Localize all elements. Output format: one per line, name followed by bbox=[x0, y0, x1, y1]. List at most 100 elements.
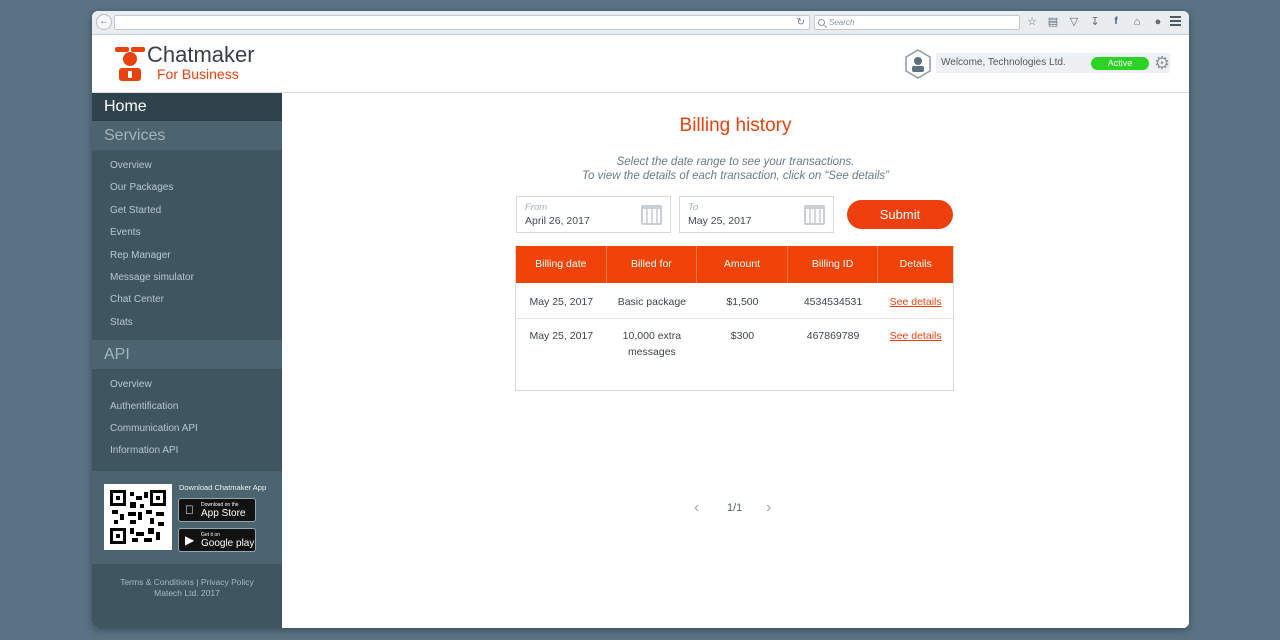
chevron-right-icon[interactable]: › bbox=[766, 498, 771, 518]
browser-search-input[interactable]: Search bbox=[814, 15, 1020, 30]
home-icon[interactable]: ⌂ bbox=[1131, 15, 1143, 29]
page-indicator: 1/1 bbox=[727, 502, 743, 514]
bookmark-star-icon[interactable]: ☆ bbox=[1026, 15, 1038, 29]
chevron-left-icon[interactable]: ‹ bbox=[694, 498, 699, 518]
browser-toolbar: ← ↻ Search ☆ ▤ ▽ ↧ f ⌂ ● bbox=[92, 11, 1189, 35]
facebook-icon[interactable]: f bbox=[1110, 15, 1122, 29]
footer-separator: | bbox=[196, 577, 199, 587]
from-date-value: April 26, 2017 bbox=[525, 215, 590, 227]
column-header-billed-for: Billed for bbox=[607, 246, 698, 283]
cell-details: See details bbox=[878, 283, 953, 318]
apple-icon:  bbox=[185, 503, 194, 517]
gear-icon[interactable]: ⚙ bbox=[1154, 54, 1170, 72]
instruction-line-1: Select the date range to see your transa… bbox=[616, 156, 855, 168]
chatmaker-logo-icon bbox=[115, 47, 145, 81]
cell-billing-date: May 25, 2017 bbox=[529, 330, 594, 342]
services-list: Overview Our Packages Get Started Events… bbox=[92, 150, 282, 340]
from-date-label: From bbox=[525, 202, 548, 213]
sidebar-item-communication-api[interactable]: Communication API bbox=[92, 418, 282, 440]
main-content: Billing history Select the date range to… bbox=[282, 93, 1189, 628]
google-play-icon: ▶ bbox=[185, 533, 195, 547]
submit-button[interactable]: Submit bbox=[847, 200, 953, 229]
status-badge: Active bbox=[1091, 57, 1149, 70]
sidebar-item-get-started[interactable]: Get Started bbox=[92, 200, 282, 222]
browser-tool-icons: ☆ ▤ ▽ ↧ f ⌂ ● bbox=[1026, 15, 1164, 29]
to-date-value: May 25, 2017 bbox=[688, 215, 752, 227]
address-bar[interactable]: ↻ bbox=[114, 15, 810, 30]
sidebar-item-our-packages[interactable]: Our Packages bbox=[92, 177, 282, 199]
user-box: Welcome, Technologies Ltd. Active ⚙ bbox=[904, 49, 1170, 79]
search-icon bbox=[818, 19, 825, 26]
app-store-button[interactable]:  Download on the App Store bbox=[178, 498, 256, 522]
sidebar-item-overview[interactable]: Overview bbox=[92, 155, 282, 177]
hamburger-menu-icon[interactable] bbox=[1170, 16, 1181, 28]
google-play-label: Google play bbox=[201, 538, 255, 549]
app-store-label: App Store bbox=[201, 508, 246, 519]
reading-list-icon[interactable]: ▤ bbox=[1047, 15, 1059, 29]
cell-amount: $300 bbox=[730, 330, 755, 342]
cell-details: See details bbox=[878, 319, 953, 365]
column-header-billing-id: Billing ID bbox=[788, 246, 879, 283]
sidebar-item-information-api[interactable]: Information API bbox=[92, 440, 282, 462]
column-header-billing-date: Billing date bbox=[516, 246, 607, 283]
sidebar-item-stats[interactable]: Stats bbox=[92, 312, 282, 334]
cell-billed-for: 10,000 extra messages bbox=[622, 330, 682, 358]
from-date-field[interactable]: From April 26, 2017 bbox=[516, 196, 671, 233]
browser-window: ← ↻ Search ☆ ▤ ▽ ↧ f ⌂ ● Chatmaker For B… bbox=[92, 11, 1189, 628]
to-date-label: To bbox=[688, 202, 699, 213]
sidebar-section-services[interactable]: Services bbox=[92, 121, 282, 150]
download-title: Download Chatmaker App bbox=[179, 483, 267, 492]
download-app-box: Download Chatmaker App  Download on the… bbox=[92, 471, 282, 564]
sidebar-item-chat-center[interactable]: Chat Center bbox=[92, 289, 282, 311]
cell-billing-date: May 25, 2017 bbox=[529, 296, 594, 308]
table-header: Billing date Billed for Amount Billing I… bbox=[516, 246, 953, 283]
cell-billed-for: Basic package bbox=[617, 296, 687, 308]
user-status-bar: Welcome, Technologies Ltd. Active ⚙ bbox=[936, 53, 1170, 73]
cell-billing-id: 467869789 bbox=[806, 330, 860, 342]
cell-billing-id: 4534534531 bbox=[803, 296, 863, 308]
column-header-details: Details bbox=[899, 258, 932, 270]
pocket-icon[interactable]: ▽ bbox=[1068, 15, 1080, 29]
copyright-text: Matech Ltd. 2017 bbox=[154, 588, 220, 598]
sidebar-item-events[interactable]: Events bbox=[92, 222, 282, 244]
sidebar-item-authentification[interactable]: Authentification bbox=[92, 396, 282, 418]
instructions: Select the date range to see your transa… bbox=[282, 155, 1189, 183]
sidebar-section-api[interactable]: API bbox=[92, 340, 282, 370]
search-placeholder: Search bbox=[829, 18, 855, 27]
qr-code bbox=[104, 484, 172, 550]
see-details-link[interactable]: See details bbox=[890, 296, 942, 308]
page-title: Billing history bbox=[679, 115, 792, 136]
back-icon[interactable]: ← bbox=[96, 14, 112, 30]
table-row: May 25, 2017 10,000 extra messages $300 … bbox=[516, 319, 953, 365]
terms-link[interactable]: Terms & Conditions bbox=[120, 577, 194, 587]
qr-code-image bbox=[110, 490, 166, 544]
table-row: May 25, 2017 Basic package $1,500 453453… bbox=[516, 283, 953, 319]
to-date-field[interactable]: To May 25, 2017 bbox=[679, 196, 834, 233]
sidebar-footer: Terms & Conditions | Privacy Policy Mate… bbox=[92, 577, 282, 599]
logo-name: Chatmaker bbox=[147, 42, 255, 67]
sidebar: Home Services Overview Our Packages Get … bbox=[92, 93, 282, 628]
calendar-icon[interactable] bbox=[804, 205, 825, 225]
cell-amount: $1,500 bbox=[726, 296, 759, 308]
logo-subtitle: For Business bbox=[157, 66, 239, 82]
app-header: Chatmaker For Business Welcome, Technolo… bbox=[92, 35, 1189, 93]
download-icon[interactable]: ↧ bbox=[1089, 15, 1101, 29]
google-play-button[interactable]: ▶ Get it on Google play bbox=[178, 528, 256, 552]
logo-text: Chatmaker For Business bbox=[147, 42, 255, 82]
chat-icon[interactable]: ● bbox=[1152, 15, 1164, 29]
welcome-text: Welcome, Technologies Ltd. bbox=[941, 57, 1066, 68]
pagination: ‹ 1/1 › bbox=[282, 498, 1189, 518]
sidebar-item-api-overview[interactable]: Overview bbox=[92, 374, 282, 396]
sidebar-item-home[interactable]: Home bbox=[92, 93, 282, 121]
reload-icon[interactable]: ↻ bbox=[797, 16, 805, 29]
sidebar-item-rep-manager[interactable]: Rep Manager bbox=[92, 245, 282, 267]
calendar-icon[interactable] bbox=[641, 205, 662, 225]
column-header-amount: Amount bbox=[697, 246, 788, 283]
billing-table: Billing date Billed for Amount Billing I… bbox=[515, 246, 954, 391]
sidebar-item-message-simulator[interactable]: Message simulator bbox=[92, 267, 282, 289]
instruction-line-2: To view the details of each transaction,… bbox=[581, 170, 890, 182]
api-list: Overview Authentification Communication … bbox=[92, 369, 282, 468]
privacy-link[interactable]: Privacy Policy bbox=[201, 577, 254, 587]
see-details-link[interactable]: See details bbox=[890, 330, 942, 342]
company-avatar-icon[interactable] bbox=[904, 49, 932, 79]
